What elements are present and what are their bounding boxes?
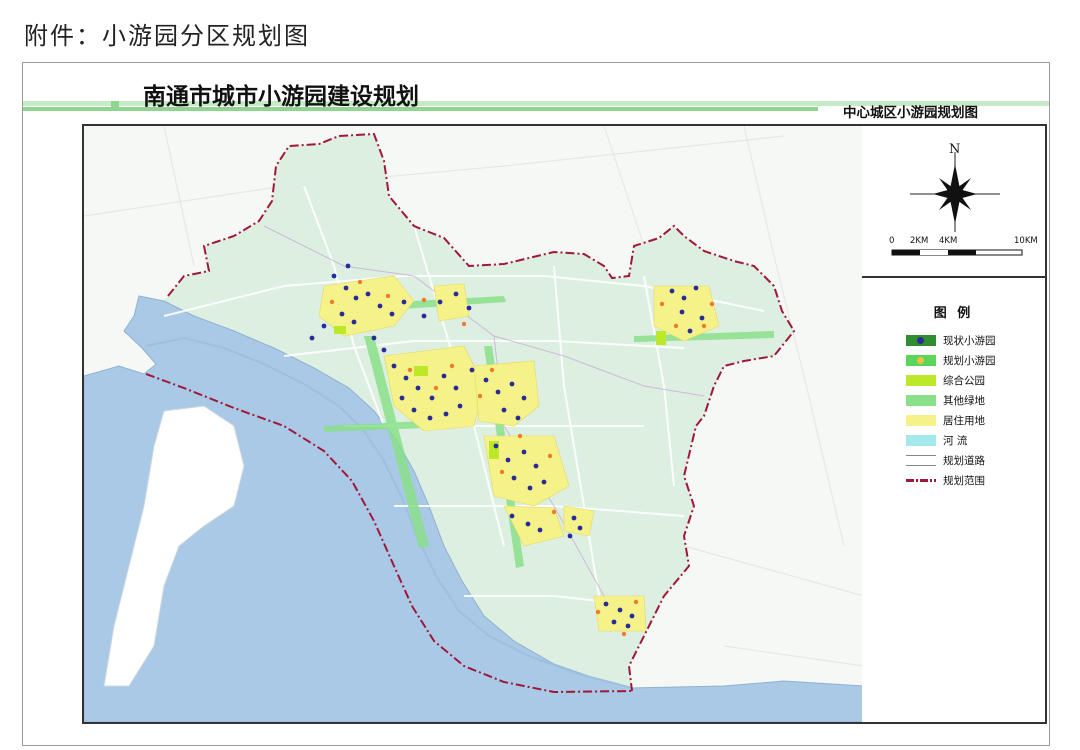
legend-label: 居住用地 [943, 414, 985, 427]
legend-item-boundary: 规划范围 [906, 472, 985, 488]
road-swatch [906, 454, 936, 466]
legend-panel: N 0 2KM 4KM 10KM 图 例 现状小游园 规划小游园 综合公园 其他… [862, 124, 1047, 724]
planned-park-swatch [906, 354, 936, 366]
scale-label-10km: 10KM [1014, 236, 1038, 246]
map-subtitle: 中心城区小游园规划图 [843, 105, 978, 121]
legend-label: 规划小游园 [943, 354, 996, 367]
legend-label: 其他绿地 [943, 394, 985, 407]
river-swatch [906, 434, 936, 446]
scale-label-4km: 4KM [939, 236, 958, 246]
comprehensive-park-swatch [906, 374, 936, 386]
legend-item-other-green: 其他绿地 [906, 392, 985, 408]
legend-label: 规划范围 [943, 474, 985, 487]
legend-label: 现状小游园 [943, 334, 996, 347]
title-bar-step [111, 101, 119, 111]
legend-label: 规划道路 [943, 454, 985, 467]
legend-item-residential: 居住用地 [906, 412, 985, 428]
scale-label-0: 0 [889, 236, 895, 246]
residential-swatch [906, 414, 936, 426]
scale-bar [891, 249, 1023, 256]
legend-label: 河 流 [943, 434, 968, 447]
other-green-swatch [906, 394, 936, 406]
legend-item-existing-park: 现状小游园 [906, 332, 996, 348]
map-sheet: 南通市城市小游园建设规划 中心城区小游园规划图 N 0 2KM 4KM 10KM… [22, 62, 1050, 746]
compass-scale-box: N 0 2KM 4KM 10KM [862, 126, 1045, 278]
scale-label-2km: 2KM [910, 236, 929, 246]
legend-title: 图 例 [933, 306, 974, 321]
legend-label: 综合公园 [943, 374, 985, 387]
legend-item-road: 规划道路 [906, 452, 985, 468]
legend-item-planned-park: 规划小游园 [906, 352, 996, 368]
boundary-swatch [906, 475, 936, 486]
map-canvas[interactable] [82, 124, 866, 724]
map-drawing [84, 126, 864, 722]
attachment-caption: 附件：小游园分区规划图 [24, 22, 310, 50]
legend-item-river: 河 流 [906, 432, 967, 448]
map-title: 南通市城市小游园建设规划 [143, 84, 419, 110]
existing-park-swatch [906, 334, 936, 346]
legend-item-comprehensive-park: 综合公园 [906, 372, 985, 388]
